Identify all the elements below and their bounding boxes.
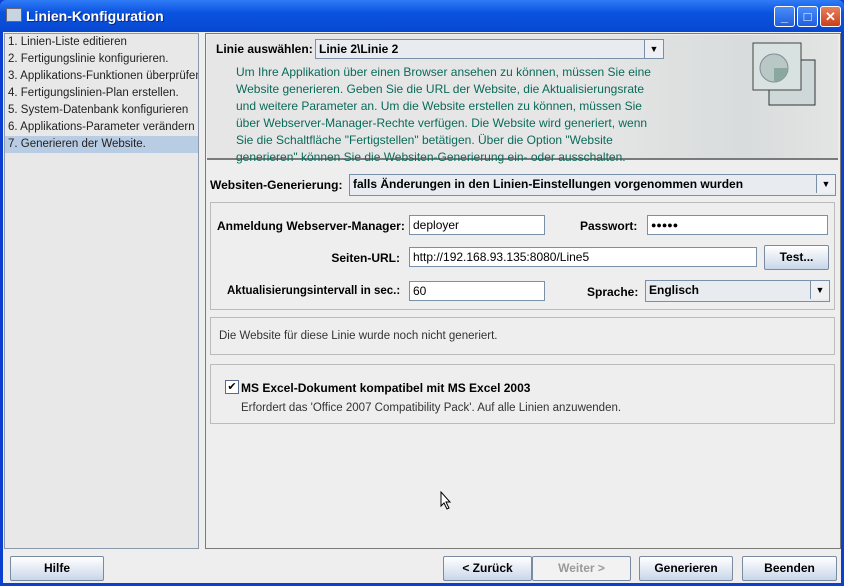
step-list: 1. Linien-Liste editieren 2. Fertigungsl…: [4, 33, 199, 549]
password-field[interactable]: ●●●●●: [647, 215, 828, 235]
step-item-selected[interactable]: 7. Generieren der Website.: [5, 136, 198, 153]
line-select-label: Linie auswählen:: [216, 42, 313, 56]
maximize-button[interactable]: □: [797, 6, 818, 27]
step-item[interactable]: 3. Applikations-Funktionen überprüfen: [5, 68, 198, 85]
url-label: Seiten-URL:: [331, 251, 400, 265]
line-select-value: Linie 2\Linie 2: [319, 42, 399, 56]
generation-select[interactable]: falls Änderungen in den Linien-Einstellu…: [349, 174, 836, 196]
language-select[interactable]: Englisch ▼: [645, 280, 830, 302]
finish-button[interactable]: Beenden: [742, 556, 837, 581]
mouse-cursor-icon: [440, 491, 452, 510]
generate-button[interactable]: Generieren: [639, 556, 733, 581]
generation-value: falls Änderungen in den Linien-Einstellu…: [353, 177, 744, 191]
line-select[interactable]: Linie 2\Linie 2 ▼: [315, 39, 664, 59]
help-button[interactable]: Hilfe: [10, 556, 104, 581]
interval-field[interactable]: 60: [409, 281, 545, 301]
interval-label: Aktualisierungsintervall in sec.:: [227, 285, 401, 297]
back-button[interactable]: < Zurück: [443, 556, 532, 581]
step-item[interactable]: 4. Fertigungslinien-Plan erstellen.: [5, 85, 198, 102]
step-item[interactable]: 1. Linien-Liste editieren: [5, 34, 198, 51]
chevron-down-icon[interactable]: ▼: [644, 40, 663, 58]
app-icon: [6, 8, 22, 22]
excel-note: Erfordert das 'Office 2007 Compatibility…: [241, 402, 622, 414]
next-button[interactable]: Weiter >: [532, 556, 631, 581]
user-label: Anmeldung Webserver-Manager:: [217, 219, 405, 233]
language-value: Englisch: [649, 283, 700, 297]
language-label: Sprache:: [587, 285, 639, 299]
generation-label: Websiten-Generierung:: [210, 178, 343, 192]
minimize-button[interactable]: _: [774, 6, 795, 27]
password-label: Passwort:: [580, 219, 638, 233]
chevron-down-icon[interactable]: ▼: [810, 281, 829, 299]
user-field[interactable]: deployer: [409, 215, 545, 235]
chart-illustration-icon: [752, 42, 816, 106]
chevron-down-icon[interactable]: ▼: [816, 175, 835, 193]
excel-label[interactable]: MS Excel-Dokument kompatibel mit MS Exce…: [241, 381, 530, 395]
close-button[interactable]: ✕: [820, 6, 841, 27]
window-title: Linien-Konfiguration: [26, 8, 164, 24]
excel-checkbox[interactable]: ✔: [225, 380, 239, 394]
status-text: Die Website für diese Linie wurde noch n…: [219, 330, 498, 342]
test-button[interactable]: Test...: [764, 245, 829, 270]
step-item[interactable]: 6. Applikations-Parameter verändern: [5, 119, 198, 136]
header-description: Um Ihre Applikation über einen Browser a…: [236, 65, 651, 164]
step-item[interactable]: 5. System-Datenbank konfigurieren: [5, 102, 198, 119]
url-field[interactable]: http://192.168.93.135:8080/Line5: [409, 247, 757, 267]
step-item[interactable]: 2. Fertigungslinie konfigurieren.: [5, 51, 198, 68]
